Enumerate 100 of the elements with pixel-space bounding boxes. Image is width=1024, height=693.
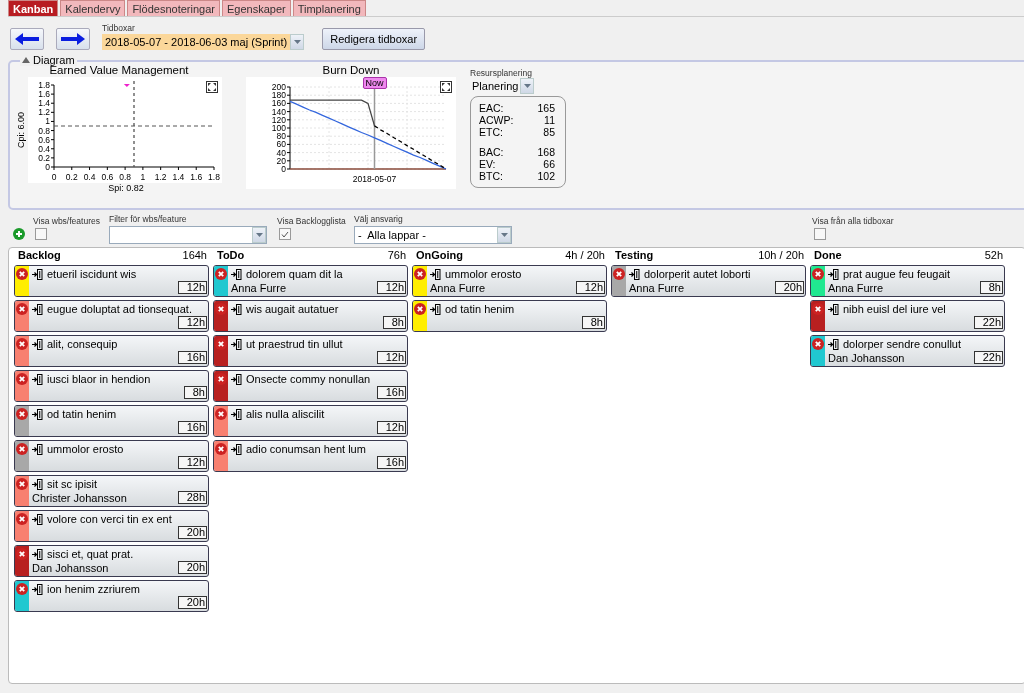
delete-icon[interactable] [812,268,824,280]
task-card[interactable]: dolorper sendre conullut Dan Johansson 22h [810,335,1005,367]
dropdown-icon [500,233,508,237]
delete-icon[interactable] [215,268,227,280]
delete-icon[interactable] [16,548,28,560]
delete-icon[interactable] [215,373,227,385]
add-icon[interactable] [13,228,25,240]
tab[interactable]: Flödesnoteringar [127,0,220,16]
expand-icon[interactable] [440,81,452,93]
tick-label: 0.8 [38,125,50,136]
delete-icon[interactable] [215,303,227,315]
enter-door-icon[interactable] [32,373,43,385]
tick-label: 0.6 [101,172,114,182]
enter-door-icon[interactable] [231,408,242,420]
task-card[interactable]: eugue doluptat ad tionsequat. 12h [14,300,209,332]
delete-icon[interactable] [16,373,28,385]
task-card[interactable]: ummolor erosto Anna Furre 12h [412,265,607,297]
task-card[interactable]: ion henim zzriurem 20h [14,580,209,612]
task-card[interactable]: od tatin henim 8h [412,300,607,332]
enter-door-icon[interactable] [231,303,242,315]
enter-door-icon[interactable] [828,338,839,350]
tab[interactable]: Kalendervy [60,0,126,16]
collapse-icon[interactable] [22,57,30,63]
enter-door-icon[interactable] [32,338,43,350]
enter-door-icon[interactable] [430,303,441,315]
panel-title: Diagram [33,54,75,66]
delete-icon[interactable] [16,408,28,420]
now-marker: Now [362,77,387,89]
previous-button[interactable] [10,28,44,50]
delete-icon[interactable] [16,583,28,595]
planning-select[interactable]: Planering [472,78,535,94]
enter-door-icon[interactable] [32,268,43,280]
task-card[interactable]: Onsecte commy nonullan 16h [213,370,408,402]
delete-icon[interactable] [613,268,625,280]
enter-door-icon[interactable] [32,408,43,420]
task-card[interactable]: od tatin henim 16h [14,405,209,437]
edit-timeboxes-button[interactable]: Redigera tidboxar [322,28,426,50]
delete-icon[interactable] [215,443,227,455]
delete-icon[interactable] [16,338,28,350]
task-card[interactable]: etueril iscidunt wis 12h [14,265,209,297]
column-title: ToDo [217,249,245,262]
enter-door-icon[interactable] [32,583,43,595]
task-card[interactable]: iusci blaor in hendion 8h [14,370,209,402]
delete-icon[interactable] [215,338,227,350]
delete-icon[interactable] [16,478,28,490]
checkbox[interactable] [35,228,47,240]
delete-icon[interactable] [16,443,28,455]
checkbox[interactable] [279,228,291,240]
task-card[interactable]: ut praestrud tin ullut 12h [213,335,408,367]
task-card[interactable]: dolorperit autet loborti Anna Furre 20h [611,265,806,297]
next-button[interactable] [56,28,90,50]
delete-icon[interactable] [812,338,824,350]
tab[interactable]: Egenskaper [221,0,291,16]
task-card[interactable]: alis nulla aliscilit 12h [213,405,408,437]
task-card[interactable]: wis augait autatuer 8h [213,300,408,332]
enter-door-icon[interactable] [32,478,43,490]
enter-door-icon[interactable] [231,338,242,350]
task-card[interactable]: adio conumsan hent lum 16h [213,440,408,472]
tick-label: 140 [271,106,286,117]
enter-door-icon[interactable] [231,443,242,455]
enter-door-icon[interactable] [430,268,441,280]
assignee-name: Anna Furre [430,282,486,294]
tab[interactable]: Kanban [8,0,59,16]
enter-door-icon[interactable] [828,268,839,280]
enter-door-icon[interactable] [32,548,43,560]
enter-door-icon[interactable] [231,373,242,385]
task-card[interactable]: alit, consequip 16h [14,335,209,367]
enter-door-icon[interactable] [32,443,43,455]
enter-door-icon[interactable] [32,513,43,525]
delete-icon[interactable] [812,303,824,315]
task-card[interactable]: prat augue feu feugait Anna Furre 8h [810,265,1005,297]
stat-value: 66 [543,158,555,170]
task-card[interactable]: sisci et, quat prat. Dan Johansson 20h [14,545,209,577]
wbs-filter-field[interactable] [109,226,267,244]
task-card[interactable]: sit sc ipisit Christer Johansson 28h [14,475,209,507]
delete-icon[interactable] [215,408,227,420]
card-title: Onsecte commy nonullan [246,373,371,385]
hours-badge: 12h [376,421,406,434]
chart-title: Burn Down [322,64,380,77]
checkbox[interactable] [814,228,826,240]
enter-door-icon[interactable] [629,268,640,280]
responsible-select[interactable]: - Alla lappar - [354,226,512,244]
delete-icon[interactable] [414,303,426,315]
assignee-name: Dan Johansson [32,562,109,574]
task-card[interactable]: volore con verci tin ex ent 20h [14,510,209,542]
timebox-label: Tidboxar [102,23,136,33]
task-card[interactable]: dolorem quam dit la Anna Furre 12h [213,265,408,297]
enter-door-icon[interactable] [32,303,43,315]
delete-icon[interactable] [414,268,426,280]
tab[interactable]: Timplanering [292,0,366,16]
delete-icon[interactable] [16,268,28,280]
delete-icon[interactable] [16,513,28,525]
enter-door-icon[interactable] [231,268,242,280]
enter-door-icon[interactable] [828,303,839,315]
delete-icon[interactable] [16,303,28,315]
stat-label: EAC: [479,102,504,114]
task-card[interactable]: ummolor erosto 12h [14,440,209,472]
expand-icon[interactable] [206,81,218,93]
task-card[interactable]: nibh euisl del iure vel 22h [810,300,1005,332]
card-title: eugue doluptat ad tionsequat. [47,303,192,315]
